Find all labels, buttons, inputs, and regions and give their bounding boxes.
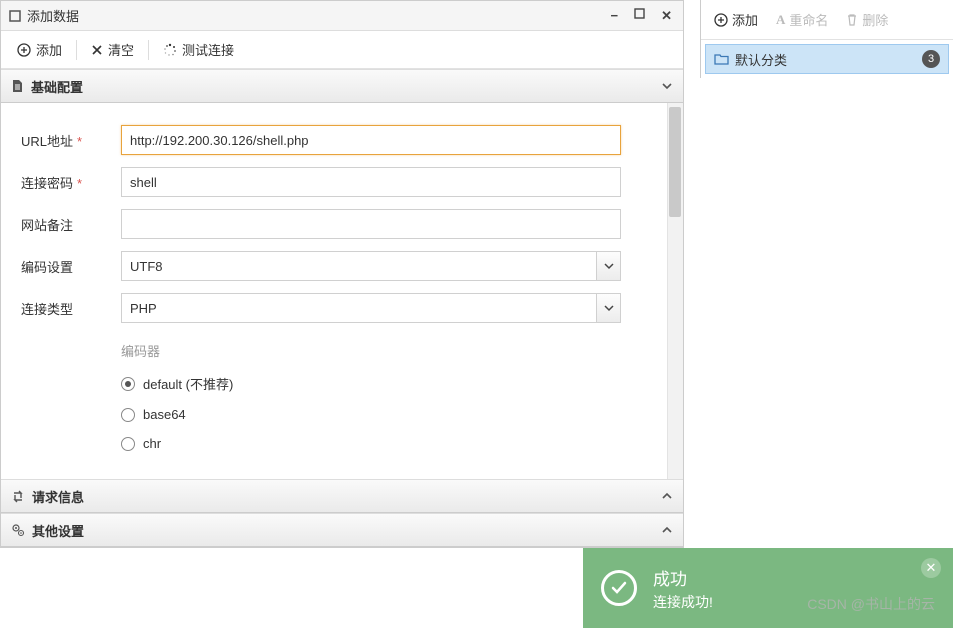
- toast-close-button[interactable]: ✕: [921, 558, 941, 578]
- test-connection-button[interactable]: 测试连接: [153, 36, 244, 63]
- category-delete-label: 删除: [862, 10, 888, 29]
- spinner-icon: [163, 43, 177, 57]
- font-icon: A: [776, 12, 785, 28]
- encoding-select[interactable]: UTF8: [121, 251, 621, 281]
- add-button[interactable]: 添加: [7, 36, 72, 63]
- category-default[interactable]: 默认分类 3: [705, 44, 949, 74]
- category-panel: 分类目录 (1) 添加 A 重命名 删除 默认分类 3: [700, 0, 953, 78]
- type-row: 连接类型 PHP: [21, 293, 663, 323]
- chevron-up-icon: [661, 524, 673, 536]
- encoding-row: 编码设置 UTF8: [21, 251, 663, 281]
- encoder-chr-label: chr: [143, 436, 161, 451]
- success-toast: 成功 连接成功! ✕: [583, 548, 953, 628]
- encoder-title: 编码器: [121, 341, 663, 360]
- section-other[interactable]: 其他设置: [1, 513, 683, 547]
- section-basic[interactable]: 基础配置: [1, 69, 683, 103]
- toast-text: 成功 连接成功!: [653, 565, 713, 612]
- window-icon: [9, 10, 21, 22]
- password-input[interactable]: [121, 167, 621, 197]
- section-request[interactable]: 请求信息: [1, 479, 683, 513]
- note-row: 网站备注: [21, 209, 663, 239]
- type-dropdown-button[interactable]: [596, 294, 620, 322]
- test-button-label: 测试连接: [182, 40, 234, 59]
- toolbar-separator: [76, 40, 77, 60]
- url-row: URL地址*: [21, 125, 663, 155]
- encoder-section: 编码器 default (不推荐) base64 chr: [121, 341, 663, 451]
- category-rename-button: A 重命名: [767, 6, 837, 33]
- scrollbar[interactable]: [667, 103, 683, 479]
- plus-circle-icon: [17, 43, 31, 57]
- document-icon: [11, 79, 24, 93]
- category-rename-label: 重命名: [789, 10, 828, 29]
- check-circle-icon: [601, 570, 637, 606]
- encoding-value: UTF8: [130, 259, 163, 274]
- add-data-dialog: 添加数据 − ✕ 添加 清空 测试连接: [0, 0, 684, 548]
- window-controls: − ✕: [608, 8, 676, 24]
- dialog-title: 添加数据: [27, 6, 608, 25]
- category-delete-button: 删除: [837, 6, 897, 33]
- chevron-up-icon: [661, 490, 673, 502]
- encoding-label: 编码设置: [21, 257, 121, 276]
- type-value: PHP: [130, 301, 157, 316]
- radio-icon: [121, 377, 135, 391]
- section-other-label: 其他设置: [32, 521, 661, 540]
- form-scroll-area: URL地址* 连接密码* 网站备注 编码设置 UTF8: [1, 103, 683, 479]
- url-label: URL地址*: [21, 131, 121, 150]
- encoding-dropdown-button[interactable]: [596, 252, 620, 280]
- section-basic-label: 基础配置: [31, 77, 661, 96]
- gears-icon: [11, 523, 25, 537]
- dialog-titlebar: 添加数据 − ✕: [1, 1, 683, 31]
- scrollbar-thumb[interactable]: [669, 107, 681, 217]
- add-button-label: 添加: [36, 40, 62, 59]
- type-label: 连接类型: [21, 299, 121, 318]
- type-select[interactable]: PHP: [121, 293, 621, 323]
- encoder-base64[interactable]: base64: [121, 407, 663, 422]
- category-add-label: 添加: [732, 10, 758, 29]
- url-input[interactable]: [121, 125, 621, 155]
- clear-button-label: 清空: [108, 40, 134, 59]
- note-label: 网站备注: [21, 215, 121, 234]
- password-row: 连接密码*: [21, 167, 663, 197]
- radio-icon: [121, 408, 135, 422]
- encoder-base64-label: base64: [143, 407, 186, 422]
- x-icon: [91, 44, 103, 56]
- chevron-down-icon: [661, 80, 673, 92]
- password-label: 连接密码*: [21, 173, 121, 192]
- minimize-button[interactable]: −: [608, 8, 622, 24]
- folder-icon: [714, 53, 729, 65]
- dialog-toolbar: 添加 清空 测试连接: [1, 31, 683, 69]
- toast-title: 成功: [653, 565, 713, 590]
- plus-circle-icon: [714, 13, 728, 27]
- toast-message: 连接成功!: [653, 592, 713, 612]
- section-request-label: 请求信息: [32, 487, 661, 506]
- toolbar-separator: [148, 40, 149, 60]
- category-count-badge: 3: [922, 50, 940, 68]
- retweet-icon: [11, 490, 25, 503]
- category-toolbar: 添加 A 重命名 删除: [701, 0, 953, 40]
- radio-icon: [121, 437, 135, 451]
- clear-button[interactable]: 清空: [81, 36, 144, 63]
- encoder-default-label: default (不推荐): [143, 374, 233, 393]
- category-name: 默认分类: [735, 50, 787, 69]
- trash-icon: [846, 13, 858, 26]
- category-add-button[interactable]: 添加: [705, 6, 767, 33]
- close-button[interactable]: ✕: [658, 8, 675, 24]
- maximize-button[interactable]: [631, 8, 648, 24]
- encoder-chr[interactable]: chr: [121, 436, 663, 451]
- encoder-default[interactable]: default (不推荐): [121, 374, 663, 393]
- note-input[interactable]: [121, 209, 621, 239]
